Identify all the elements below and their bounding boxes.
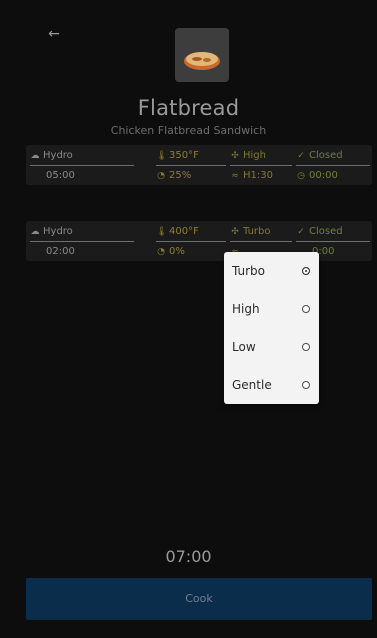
- radio-unselected-icon: [302, 381, 310, 389]
- humidity-field[interactable]: ◔ 25%: [156, 167, 226, 185]
- flatbread-photo: [175, 28, 229, 82]
- vent-icon: ✓: [297, 227, 305, 237]
- mode-select[interactable]: ☁ Hydro: [30, 147, 134, 166]
- fan-icon: ✣: [231, 151, 239, 161]
- step-card-top-row: ☁ Hydro 🌡 350°F ✣ High ✓ Closed: [26, 147, 372, 166]
- step-card[interactable]: ☁Hydro 🌡400°F ✣Turbo ✓Closed 02:00 ◔0% ≈…: [26, 221, 372, 261]
- temperature-field[interactable]: 🌡 400°F: [156, 223, 226, 242]
- humidity-icon: ◔: [157, 171, 165, 181]
- extra-timer-field[interactable]: ◷ 00:00: [296, 167, 370, 185]
- fan-icon: ✣: [231, 227, 239, 237]
- timer-icon: ◷: [297, 171, 305, 181]
- duration-field[interactable]: 02:00: [46, 243, 126, 261]
- vent-icon: ✓: [297, 151, 305, 161]
- arrow-left-icon: ←: [48, 26, 60, 42]
- recipe-subtitle: Chicken Flatbread Sandwich: [110, 124, 267, 137]
- radio-unselected-icon: [302, 305, 310, 313]
- dropdown-option-gentle[interactable]: Gentle: [232, 374, 312, 398]
- vent-select[interactable]: ✓ Closed: [296, 223, 370, 242]
- steam-icon: ☁: [30, 151, 40, 161]
- energy-field[interactable]: ≈ H1:30: [230, 167, 292, 185]
- fan-speed-dropdown: Turbo High Low Gentle: [224, 252, 319, 404]
- dropdown-option-low[interactable]: Low: [232, 336, 312, 360]
- recipe-screen: ← Flatbread Chicken Flatbread Sandwich ☁…: [0, 0, 377, 638]
- dropdown-option-turbo[interactable]: Turbo: [232, 260, 312, 284]
- fan-speed-select[interactable]: ✣ High: [230, 147, 292, 166]
- total-time: 07:00: [165, 547, 212, 566]
- radio-selected-icon: [302, 267, 310, 275]
- step-card-top-row: ☁ Hydro 🌡 400°F ✣ Turbo ✓ Closed: [26, 223, 372, 242]
- step-card-bottom-row: 02:00 ◔0% ≈ 0:00: [26, 243, 372, 261]
- radio-unselected-icon: [302, 343, 310, 351]
- recipe-image: [175, 28, 229, 82]
- humidity-icon: ◔: [157, 247, 165, 257]
- thermometer-icon: 🌡: [156, 227, 168, 237]
- dropdown-option-high[interactable]: High: [232, 298, 312, 322]
- vent-select[interactable]: ✓ Closed: [296, 147, 370, 166]
- back-button[interactable]: ←: [44, 24, 64, 44]
- energy-icon: ≈: [231, 171, 239, 181]
- temperature-field[interactable]: 🌡 350°F: [156, 147, 226, 166]
- thermometer-icon: 🌡: [156, 151, 168, 161]
- recipe-title: Flatbread: [137, 96, 240, 120]
- mode-select[interactable]: ☁ Hydro: [30, 223, 134, 242]
- steam-icon: ☁: [30, 227, 40, 237]
- fan-speed-select[interactable]: ✣ Turbo: [230, 223, 292, 242]
- duration-field[interactable]: 05:00: [46, 167, 126, 185]
- extra-timer-field[interactable]: 0:00: [312, 243, 370, 261]
- step-card-bottom-row: 05:00 ◔ 25% ≈ H1:30 ◷ 00:00: [26, 167, 372, 185]
- humidity-field[interactable]: ◔ 0%: [156, 243, 226, 261]
- step-card[interactable]: ☁ Hydro 🌡 350°F ✣ High ✓ Closed 05:00 ◔ 25% ≈…: [26, 145, 372, 185]
- cook-button[interactable]: Cook: [26, 578, 372, 620]
